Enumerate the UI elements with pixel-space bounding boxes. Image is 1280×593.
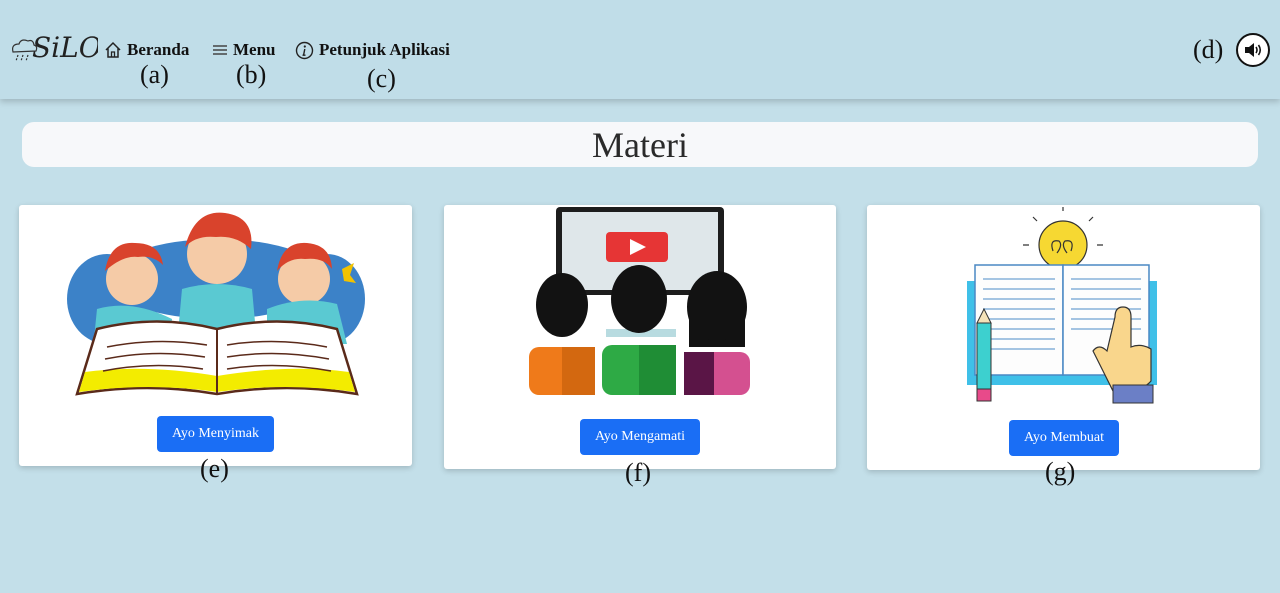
speaker-icon (1245, 43, 1262, 57)
annotation-b: (b) (236, 60, 267, 89)
ayo-mengamati-button[interactable]: Ayo Mengamati (580, 419, 700, 455)
nav-guide-label: Petunjuk Aplikasi (319, 40, 450, 59)
navbar: SiLO Beranda Menu Petunjuk Aplikasi (0, 0, 1280, 99)
material-card-creating: Ayo Membuat (867, 205, 1260, 470)
nav-home[interactable]: Beranda (104, 38, 189, 62)
annotation-c: (c) (367, 64, 396, 93)
page-title-bar: Materi (22, 122, 1258, 167)
material-card-listening: Ayo Menyimak (19, 205, 412, 466)
nav-menu-label: Menu (233, 40, 276, 59)
annotation-e: (e) (200, 454, 229, 483)
annotation-g: (g) (1045, 457, 1076, 486)
ayo-menyimak-button[interactable]: Ayo Menyimak (157, 416, 274, 452)
material-card-observing: Ayo Mengamati (444, 205, 836, 469)
sound-toggle-button[interactable] (1236, 33, 1270, 67)
page-title: Materi (592, 124, 688, 165)
info-icon (295, 41, 314, 59)
hamburger-icon (213, 45, 227, 55)
annotation-d: (d) (1193, 35, 1224, 64)
people-watching-video-illustration (529, 207, 750, 395)
logo-text: SiLO (32, 31, 98, 64)
children-reading-book-illustration (67, 212, 365, 396)
nav-menu[interactable]: Menu (212, 38, 276, 62)
annotation-f: (f) (625, 458, 651, 487)
ayo-membuat-button[interactable]: Ayo Membuat (1009, 420, 1119, 456)
nav-guide[interactable]: Petunjuk Aplikasi (295, 38, 450, 62)
book-lightbulb-pencil-illustration (967, 207, 1157, 404)
home-icon (105, 41, 121, 58)
annotation-a: (a) (140, 60, 169, 89)
silo-logo[interactable]: SiLO (10, 30, 98, 66)
nav-home-label: Beranda (127, 40, 190, 59)
